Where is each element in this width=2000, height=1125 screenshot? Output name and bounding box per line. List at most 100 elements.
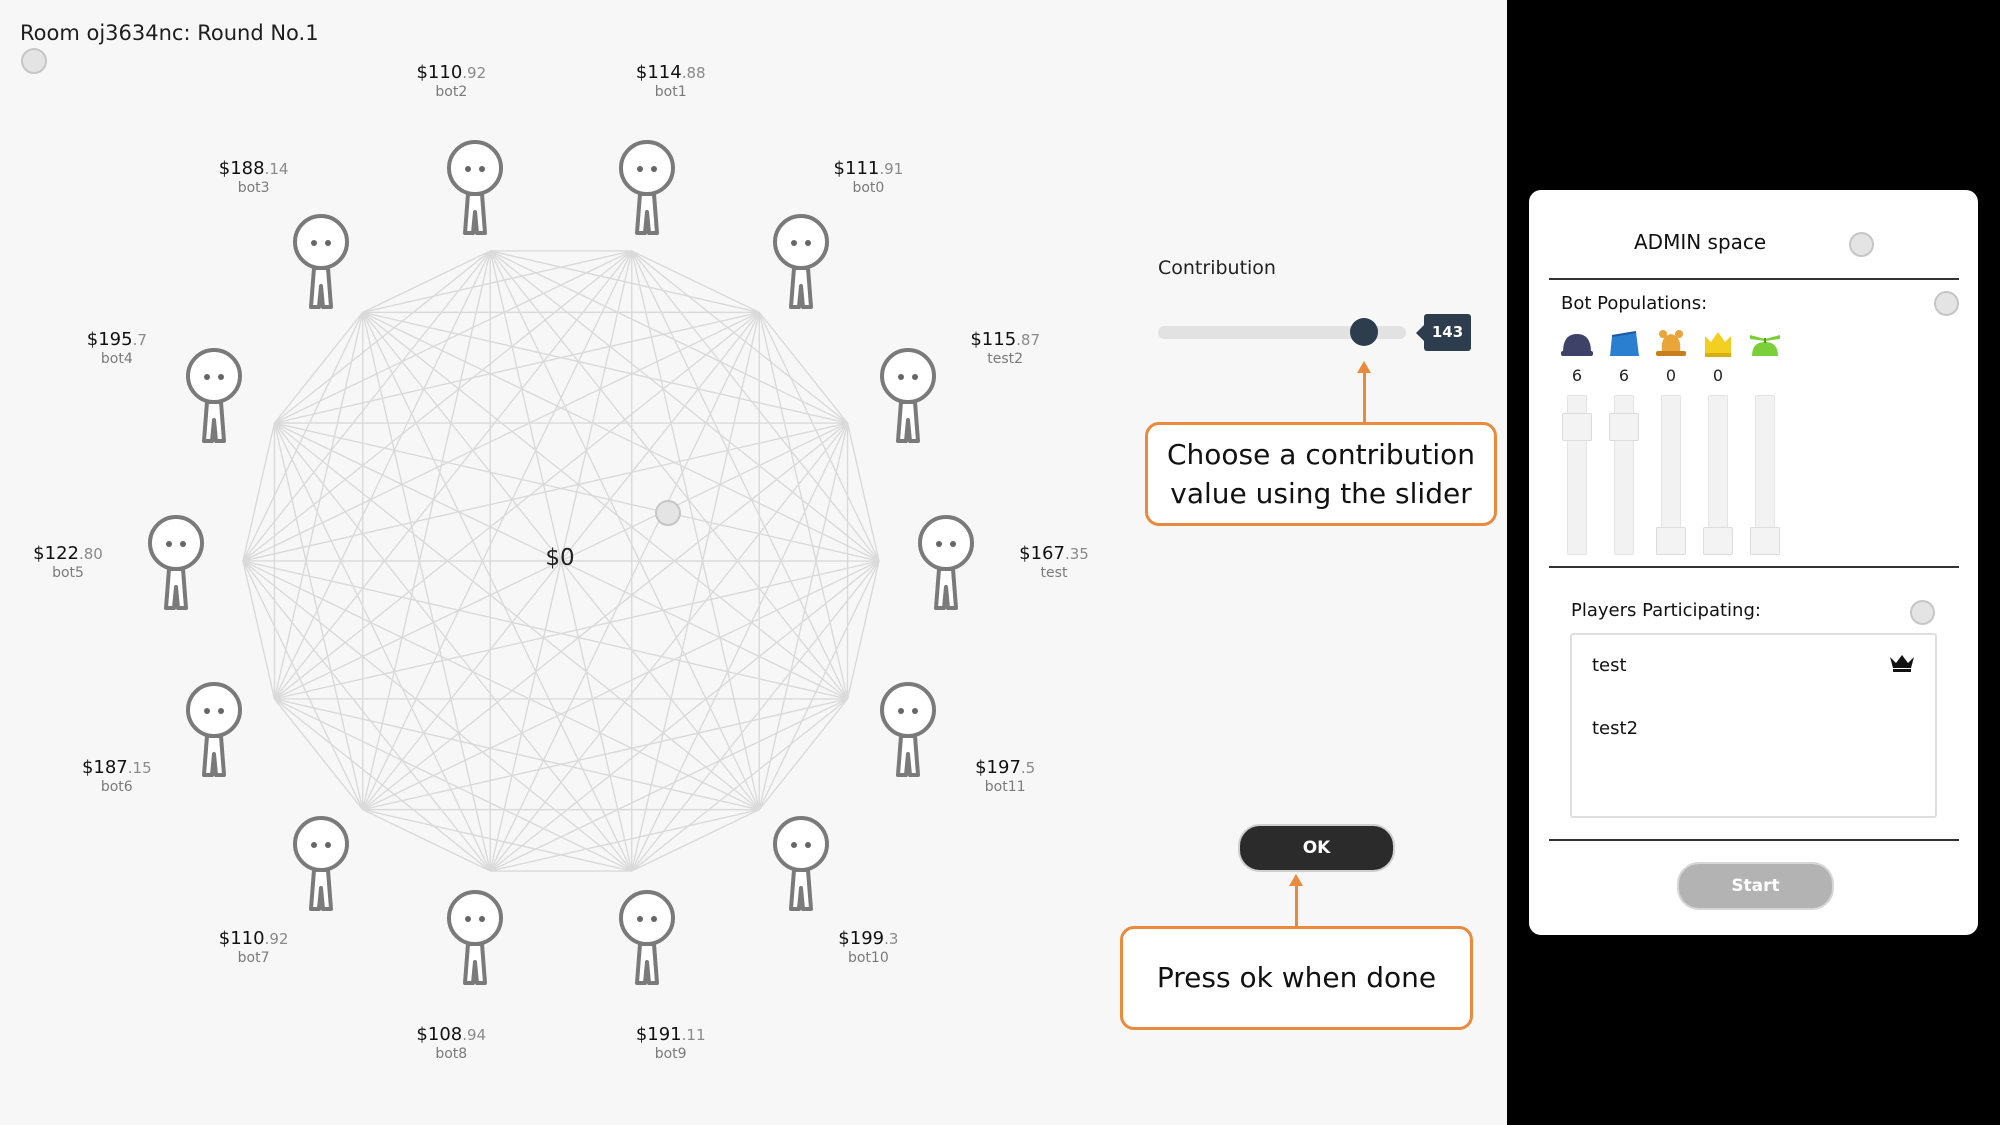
player-money-dollars: $108: [416, 1023, 463, 1045]
player-money: $167.35: [1019, 543, 1089, 564]
connection-line: [273, 422, 491, 872]
player-figure-icon: [447, 139, 504, 235]
player-label: $197.5 bot11: [930, 756, 1080, 795]
contribution-label: Contribution: [1158, 257, 1276, 279]
player-name: bot8: [435, 1045, 468, 1062]
player-money-dollars: $191: [635, 1023, 682, 1045]
bot-population-slider-thumb[interactable]: [1656, 527, 1686, 555]
contribution-value-badge: 143: [1416, 314, 1471, 351]
player-money-cents: .7: [132, 331, 147, 350]
callout-arrowhead-ok: [1289, 874, 1303, 886]
bot-population-slider-thumb[interactable]: [1703, 527, 1733, 555]
player-money: $187.15: [82, 757, 152, 778]
player-label: $167.35 test: [979, 543, 1129, 582]
player-figure-icon: [918, 515, 974, 611]
connection-line: [362, 311, 848, 424]
bot-count: 6: [1571, 366, 1583, 385]
player-label: $108.94 bot8: [376, 1023, 526, 1062]
connection-line: [489, 250, 849, 700]
bot-population-slider-thumb[interactable]: [1750, 527, 1780, 555]
participants-list: test test2: [1570, 633, 1937, 818]
player-label: $111.91 bot0: [793, 157, 943, 195]
player-name: bot11: [984, 778, 1026, 795]
player-avatar: [766, 212, 836, 312]
participant-item[interactable]: test: [1592, 655, 1627, 676]
connection-line: [242, 312, 364, 562]
player-figure-icon: [618, 890, 675, 986]
player-money-cents: .3: [884, 930, 899, 949]
player-label: $188.14 bot3: [179, 158, 329, 195]
player-label: $110.92 bot2: [376, 64, 526, 101]
connection-line: [273, 422, 633, 872]
player-label: $110.92 bot7: [179, 928, 329, 967]
players-participating-title: Players Participating:: [1571, 600, 1761, 621]
divider: [1549, 278, 1959, 280]
player-money-dollars: $167: [1019, 543, 1065, 565]
connection-line: [631, 250, 760, 810]
ok-button[interactable]: OK: [1238, 824, 1395, 872]
bot-population-slider-thumb[interactable]: [1609, 413, 1639, 442]
player-money-dollars: $187: [81, 756, 128, 778]
player-name: bot2: [435, 84, 468, 101]
player-figure-icon: [773, 214, 830, 309]
connection-line: [631, 809, 760, 872]
player-money: $199.3: [838, 928, 898, 949]
divider: [1549, 839, 1959, 841]
player-money-dollars: $111: [833, 157, 880, 179]
player-money: $191.11: [636, 1024, 706, 1045]
connection-line: [242, 250, 491, 562]
players-status-indicator: [1910, 600, 1935, 625]
connection-line: [631, 312, 760, 872]
player-money: $110.92: [219, 928, 289, 949]
callout-arrow-slider: [1363, 371, 1366, 422]
bell-hat-icon: [1652, 326, 1690, 362]
ok-hint-callout: Press ok when done: [1120, 926, 1473, 1030]
participant-item[interactable]: test2: [1592, 718, 1638, 739]
player-money-cents: .5: [1020, 758, 1036, 777]
player-figure-icon: [618, 139, 675, 235]
player-money-cents: .92: [462, 64, 487, 83]
blue-cap-hat-icon: [1558, 326, 1596, 362]
player-money-cents: .15: [127, 758, 152, 777]
player-money: $195.7: [87, 329, 147, 350]
divider: [1549, 566, 1959, 568]
connection-line: [362, 312, 633, 872]
player-figure-icon: [148, 514, 204, 610]
propeller-hat-icon: [1746, 326, 1784, 362]
player-money-cents: .35: [1064, 545, 1089, 564]
player-figure-icon: [292, 815, 349, 911]
player-money-cents: .91: [879, 159, 904, 178]
admin-title: ADMIN space: [1634, 230, 1767, 254]
player-label: $195.7 bot4: [42, 329, 192, 367]
connection-line: [362, 808, 491, 872]
callout-arrow-ok: [1295, 884, 1298, 926]
player-money-dollars: $197: [975, 756, 1021, 778]
connection-line: [362, 250, 491, 810]
contribution-slider-thumb[interactable]: [1349, 318, 1378, 346]
player-name: test2: [987, 351, 1024, 368]
player-name: test: [1040, 565, 1068, 582]
connection-line: [273, 250, 633, 700]
player-name: bot7: [237, 950, 270, 967]
start-button[interactable]: Start: [1677, 862, 1834, 910]
player-avatar: [440, 888, 510, 988]
player-label: $191.11 bot9: [596, 1024, 746, 1061]
crown-icon: [1890, 655, 1914, 672]
player-figure-icon: [292, 213, 349, 309]
player-avatar: [286, 212, 356, 312]
player-label: $187.15 bot6: [42, 757, 192, 794]
blue-fez-hat-icon: [1605, 326, 1643, 362]
connection-line: [489, 422, 849, 872]
player-avatar: [612, 138, 682, 238]
player-money: $188.14: [219, 158, 289, 179]
player-label: $122.80 bot5: [0, 543, 143, 580]
player-money: $122.80: [33, 543, 103, 564]
room-status-indicator: [21, 48, 47, 74]
player-label: $115.87 test2: [930, 331, 1080, 368]
bot-population-slider-thumb[interactable]: [1562, 413, 1592, 442]
admin-status-indicator: [1849, 232, 1874, 257]
admin-panel: ADMIN space Bot Populations: 6 6 0 0 Player…: [1529, 190, 1978, 935]
player-avatar: [440, 138, 510, 238]
connection-line: [242, 560, 491, 872]
player-avatar: [286, 814, 356, 914]
